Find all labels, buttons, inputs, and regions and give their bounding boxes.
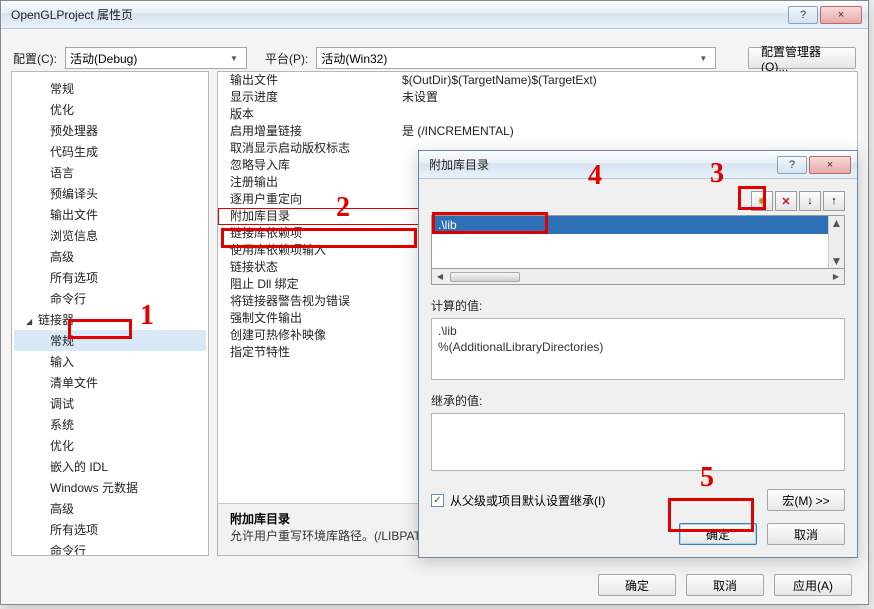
apply-button[interactable]: 应用(A)	[774, 574, 852, 596]
computed-line: .\lib	[438, 323, 838, 339]
tree-item[interactable]: 输出文件	[14, 204, 206, 225]
config-value: 活动(Debug)	[70, 50, 226, 67]
property-value[interactable]: 是 (/INCREMENTAL)	[398, 123, 857, 140]
inherit-checkbox[interactable]: ✓	[431, 494, 444, 507]
property-row[interactable]: 输出文件$(OutDir)$(TargetName)$(TargetExt)	[218, 72, 857, 89]
property-name: 指定节特性	[218, 344, 398, 361]
computed-line: %(AdditionalLibraryDirectories)	[438, 339, 838, 355]
chevron-down-icon: ▼	[226, 54, 242, 63]
category-tree[interactable]: 常规优化预处理器代码生成语言预编译头输出文件浏览信息高级所有选项命令行链接器常规…	[11, 71, 209, 556]
property-name: 使用库依赖项输入	[218, 242, 398, 259]
main-footer: 确定 取消 应用(A)	[1, 574, 868, 596]
help-button[interactable]: ?	[788, 6, 818, 24]
tree-item[interactable]: 高级	[14, 498, 206, 519]
property-row[interactable]: 版本	[218, 106, 857, 123]
tree-item[interactable]: 调试	[14, 393, 206, 414]
move-up-button[interactable]: ↑	[823, 191, 845, 211]
property-name: 链接库依赖项	[218, 225, 398, 242]
property-name: 阻止 Dll 绑定	[218, 276, 398, 293]
tree-item[interactable]: 优化	[14, 435, 206, 456]
tree-item[interactable]: 所有选项	[14, 519, 206, 540]
tree-item[interactable]: 预处理器	[14, 120, 206, 141]
tree-group[interactable]: 链接器	[14, 309, 206, 330]
platform-label: 平台(P):	[265, 50, 308, 67]
computed-label: 计算的值:	[431, 297, 845, 314]
dialog-help-button[interactable]: ?	[777, 156, 807, 174]
property-name: 输出文件	[218, 72, 398, 89]
property-name: 注册输出	[218, 174, 398, 191]
close-button[interactable]: ×	[820, 6, 862, 24]
property-name: 强制文件输出	[218, 310, 398, 327]
new-line-button[interactable]: ✸	[751, 191, 773, 211]
config-manager-button[interactable]: 配置管理器(O)...	[748, 47, 856, 69]
property-name: 版本	[218, 106, 398, 123]
vertical-scrollbar[interactable]: ▲▼	[828, 216, 844, 268]
tree-item[interactable]: 命令行	[14, 288, 206, 309]
dialog-toolbar: ✸ ✕ ↓ ↑	[431, 191, 845, 211]
cancel-button[interactable]: 取消	[686, 574, 764, 596]
tree-item[interactable]: 常规	[14, 78, 206, 99]
list-item[interactable]: .\lib	[432, 216, 844, 234]
dialog-close-button[interactable]: ×	[809, 156, 851, 174]
tree-item[interactable]: 命令行	[14, 540, 206, 556]
window-title: OpenGLProject 属性页	[7, 6, 788, 23]
tree-item[interactable]: 所有选项	[14, 267, 206, 288]
tree-item[interactable]: 代码生成	[14, 141, 206, 162]
property-row[interactable]: 启用增量链接是 (/INCREMENTAL)	[218, 123, 857, 140]
macros-button[interactable]: 宏(M) >>	[767, 489, 845, 511]
dialog-title: 附加库目录	[425, 156, 777, 173]
tree-item[interactable]: 系统	[14, 414, 206, 435]
property-name: 将链接器警告视为错误	[218, 293, 398, 310]
inherit-label: 从父级或项目默认设置继承(I)	[450, 492, 605, 509]
config-label: 配置(C):	[13, 50, 57, 67]
inherited-label: 继承的值:	[431, 392, 845, 409]
property-name: 创建可热修补映像	[218, 327, 398, 344]
property-name: 显示进度	[218, 89, 398, 106]
paths-listbox[interactable]: .\lib ▲▼	[431, 215, 845, 269]
horizontal-scrollbar[interactable]: ◀▶	[431, 269, 845, 285]
property-name: 链接状态	[218, 259, 398, 276]
property-value[interactable]: $(OutDir)$(TargetName)$(TargetExt)	[398, 72, 857, 89]
property-value[interactable]	[398, 106, 857, 123]
platform-combo[interactable]: 活动(Win32) ▼	[316, 47, 716, 69]
property-row[interactable]: 显示进度未设置	[218, 89, 857, 106]
additional-lib-dirs-dialog: 附加库目录 ? × ✸ ✕ ↓ ↑ .\lib ▲▼ ◀▶ 计算的值: .\li…	[418, 150, 858, 558]
tree-item[interactable]: 浏览信息	[14, 225, 206, 246]
tree-item[interactable]: 高级	[14, 246, 206, 267]
move-down-button[interactable]: ↓	[799, 191, 821, 211]
config-combo[interactable]: 活动(Debug) ▼	[65, 47, 247, 69]
dialog-ok-button[interactable]: 确定	[679, 523, 757, 545]
property-name: 忽略导入库	[218, 157, 398, 174]
main-titlebar[interactable]: OpenGLProject 属性页 ? ×	[1, 1, 868, 29]
computed-values-box: .\lib %(AdditionalLibraryDirectories)	[431, 318, 845, 380]
inherited-values-box	[431, 413, 845, 471]
dialog-footer: 确定 取消	[679, 523, 845, 545]
chevron-down-icon: ▼	[695, 54, 711, 63]
property-value[interactable]: 未设置	[398, 89, 857, 106]
scroll-thumb[interactable]	[450, 272, 520, 282]
dialog-titlebar[interactable]: 附加库目录 ? ×	[419, 151, 857, 179]
tree-item[interactable]: 输入	[14, 351, 206, 372]
property-name: 逐用户重定向	[218, 191, 398, 208]
tree-item[interactable]: 嵌入的 IDL	[14, 456, 206, 477]
ok-button[interactable]: 确定	[598, 574, 676, 596]
delete-button[interactable]: ✕	[775, 191, 797, 211]
property-name: 启用增量链接	[218, 123, 398, 140]
dialog-cancel-button[interactable]: 取消	[767, 523, 845, 545]
property-name: 附加库目录	[218, 208, 398, 225]
tree-item[interactable]: 常规	[14, 330, 206, 351]
tree-item[interactable]: Windows 元数据	[14, 477, 206, 498]
tree-item[interactable]: 语言	[14, 162, 206, 183]
tree-item[interactable]: 清单文件	[14, 372, 206, 393]
tree-item[interactable]: 预编译头	[14, 183, 206, 204]
property-name: 取消显示启动版权标志	[218, 140, 398, 157]
platform-value: 活动(Win32)	[321, 50, 695, 67]
tree-item[interactable]: 优化	[14, 99, 206, 120]
